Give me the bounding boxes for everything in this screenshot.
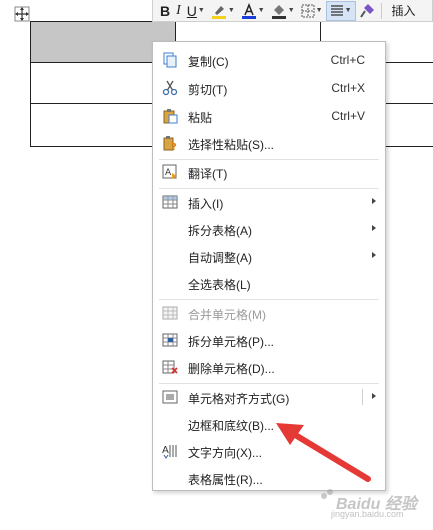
menu-item-shortcut: Ctrl+X [331,81,365,95]
split-cells-icon [162,332,178,348]
align-button[interactable]: ▼ [325,0,356,21]
svg-text:A: A [165,168,172,178]
italic-button[interactable]: I [173,1,184,21]
paste-icon [162,108,178,124]
menu-item-shortcut: Ctrl+V [331,109,365,123]
format-painter-icon [359,3,374,18]
svg-text:A: A [162,445,169,456]
table-move-handle-icon[interactable] [12,4,32,24]
menu-item-label: 自动调整(A) [188,251,252,265]
menu-item-label: 拆分表格(A) [188,224,252,238]
toolbar-separator [380,2,382,19]
menu-item-label: 剪切(T) [188,83,228,97]
submenu-arrow-icon [372,198,376,204]
menu-item-label: 文字方向(X)... [188,446,262,460]
paint-bucket-icon [271,4,286,19]
menu-item-paste[interactable]: 粘贴 Ctrl+V [153,103,385,129]
scissors-icon [162,80,178,96]
menu-item-label: 边框和底纹(B)... [188,419,274,433]
shading-button[interactable]: ▼ [268,1,298,21]
mini-toolbar: B I U ▼ ▼ ▼ ▼ ▼ ▼ 插入 [152,0,433,22]
bold-button[interactable]: B [157,1,173,21]
submenu-divider [362,389,363,405]
merge-cells-icon [162,305,178,321]
border-icon [301,4,315,17]
menu-item-label: 表格属性(R)... [188,473,263,487]
menu-item-shortcut: Ctrl+C [330,53,365,67]
menu-item-paste-special[interactable]: ? 选择性粘贴(S)... [153,130,385,156]
svg-text:?: ? [171,142,177,151]
format-painter-button[interactable] [356,1,378,21]
submenu-arrow-icon [372,225,376,231]
paste-special-icon: ? [162,135,178,151]
menu-item-label: 删除单元格(D)... [188,362,275,376]
menu-item-autofit[interactable]: 自动调整(A) [153,243,385,269]
underline-button[interactable]: U ▼ [184,1,208,21]
menu-item-label: 全选表格(L) [188,278,251,292]
font-color-icon [241,2,256,19]
borders-button[interactable]: ▼ [298,1,326,21]
submenu-arrow-icon [372,252,376,258]
chevron-down-icon: ▼ [197,7,205,14]
bold-label: B [160,2,171,19]
menu-item-label: 选择性粘贴(S)... [188,138,274,152]
menu-item-split-table[interactable]: 拆分表格(A) [153,216,385,242]
menu-item-cell-alignment[interactable]: 单元格对齐方式(G) [153,384,385,410]
menu-item-label: 翻译(T) [188,167,228,181]
cell-align-icon [162,389,178,405]
submenu-arrow-icon [372,393,376,399]
menu-item-label: 复制(C) [188,55,229,69]
chevron-down-icon: ▼ [287,7,295,14]
menu-item-label: 粘贴 [188,111,213,125]
italic-label: I [176,2,181,18]
menu-item-split-cells[interactable]: 拆分单元格(P)... [153,327,385,353]
menu-item-label: 合并单元格(M) [188,308,266,322]
menu-item-delete-cells[interactable]: 删除单元格(D)... [153,354,385,380]
menu-item-merge-cells: 合并单元格(M) [153,300,385,326]
menu-item-label: 单元格对齐方式(G) [188,392,290,406]
highlighter-icon [211,5,226,19]
copy-icon [162,52,178,68]
insert-button[interactable]: 插入 [389,1,419,21]
translate-icon: A [162,164,178,180]
menu-item-label: 拆分单元格(P)... [188,335,274,349]
chevron-down-icon: ▼ [257,7,265,14]
menu-item-select-table[interactable]: 全选表格(L) [153,270,385,296]
menu-item-cut[interactable]: 剪切(T) Ctrl+X [153,75,385,101]
insert-label: 插入 [391,4,416,18]
chevron-down-icon: ▼ [315,7,323,14]
annotation-arrow-icon [276,423,371,482]
font-color-button[interactable]: ▼ [238,1,268,21]
watermark-url: jingyan.baidu.com [331,509,404,519]
text-direction-icon: A [162,443,178,459]
chevron-down-icon: ▼ [344,7,352,14]
chevron-down-icon: ▼ [227,7,235,14]
menu-item-label: 插入(I) [188,197,224,211]
highlight-button[interactable]: ▼ [208,1,238,21]
underline-label: U [186,2,197,19]
menu-item-copy[interactable]: 复制(C) Ctrl+C [153,47,385,73]
table-insert-icon [162,194,178,210]
menu-item-insert[interactable]: 插入(I) [153,189,385,215]
menu-item-translate[interactable]: A 翻译(T) [153,159,385,185]
delete-cells-icon [162,359,178,375]
align-icon [330,4,343,16]
